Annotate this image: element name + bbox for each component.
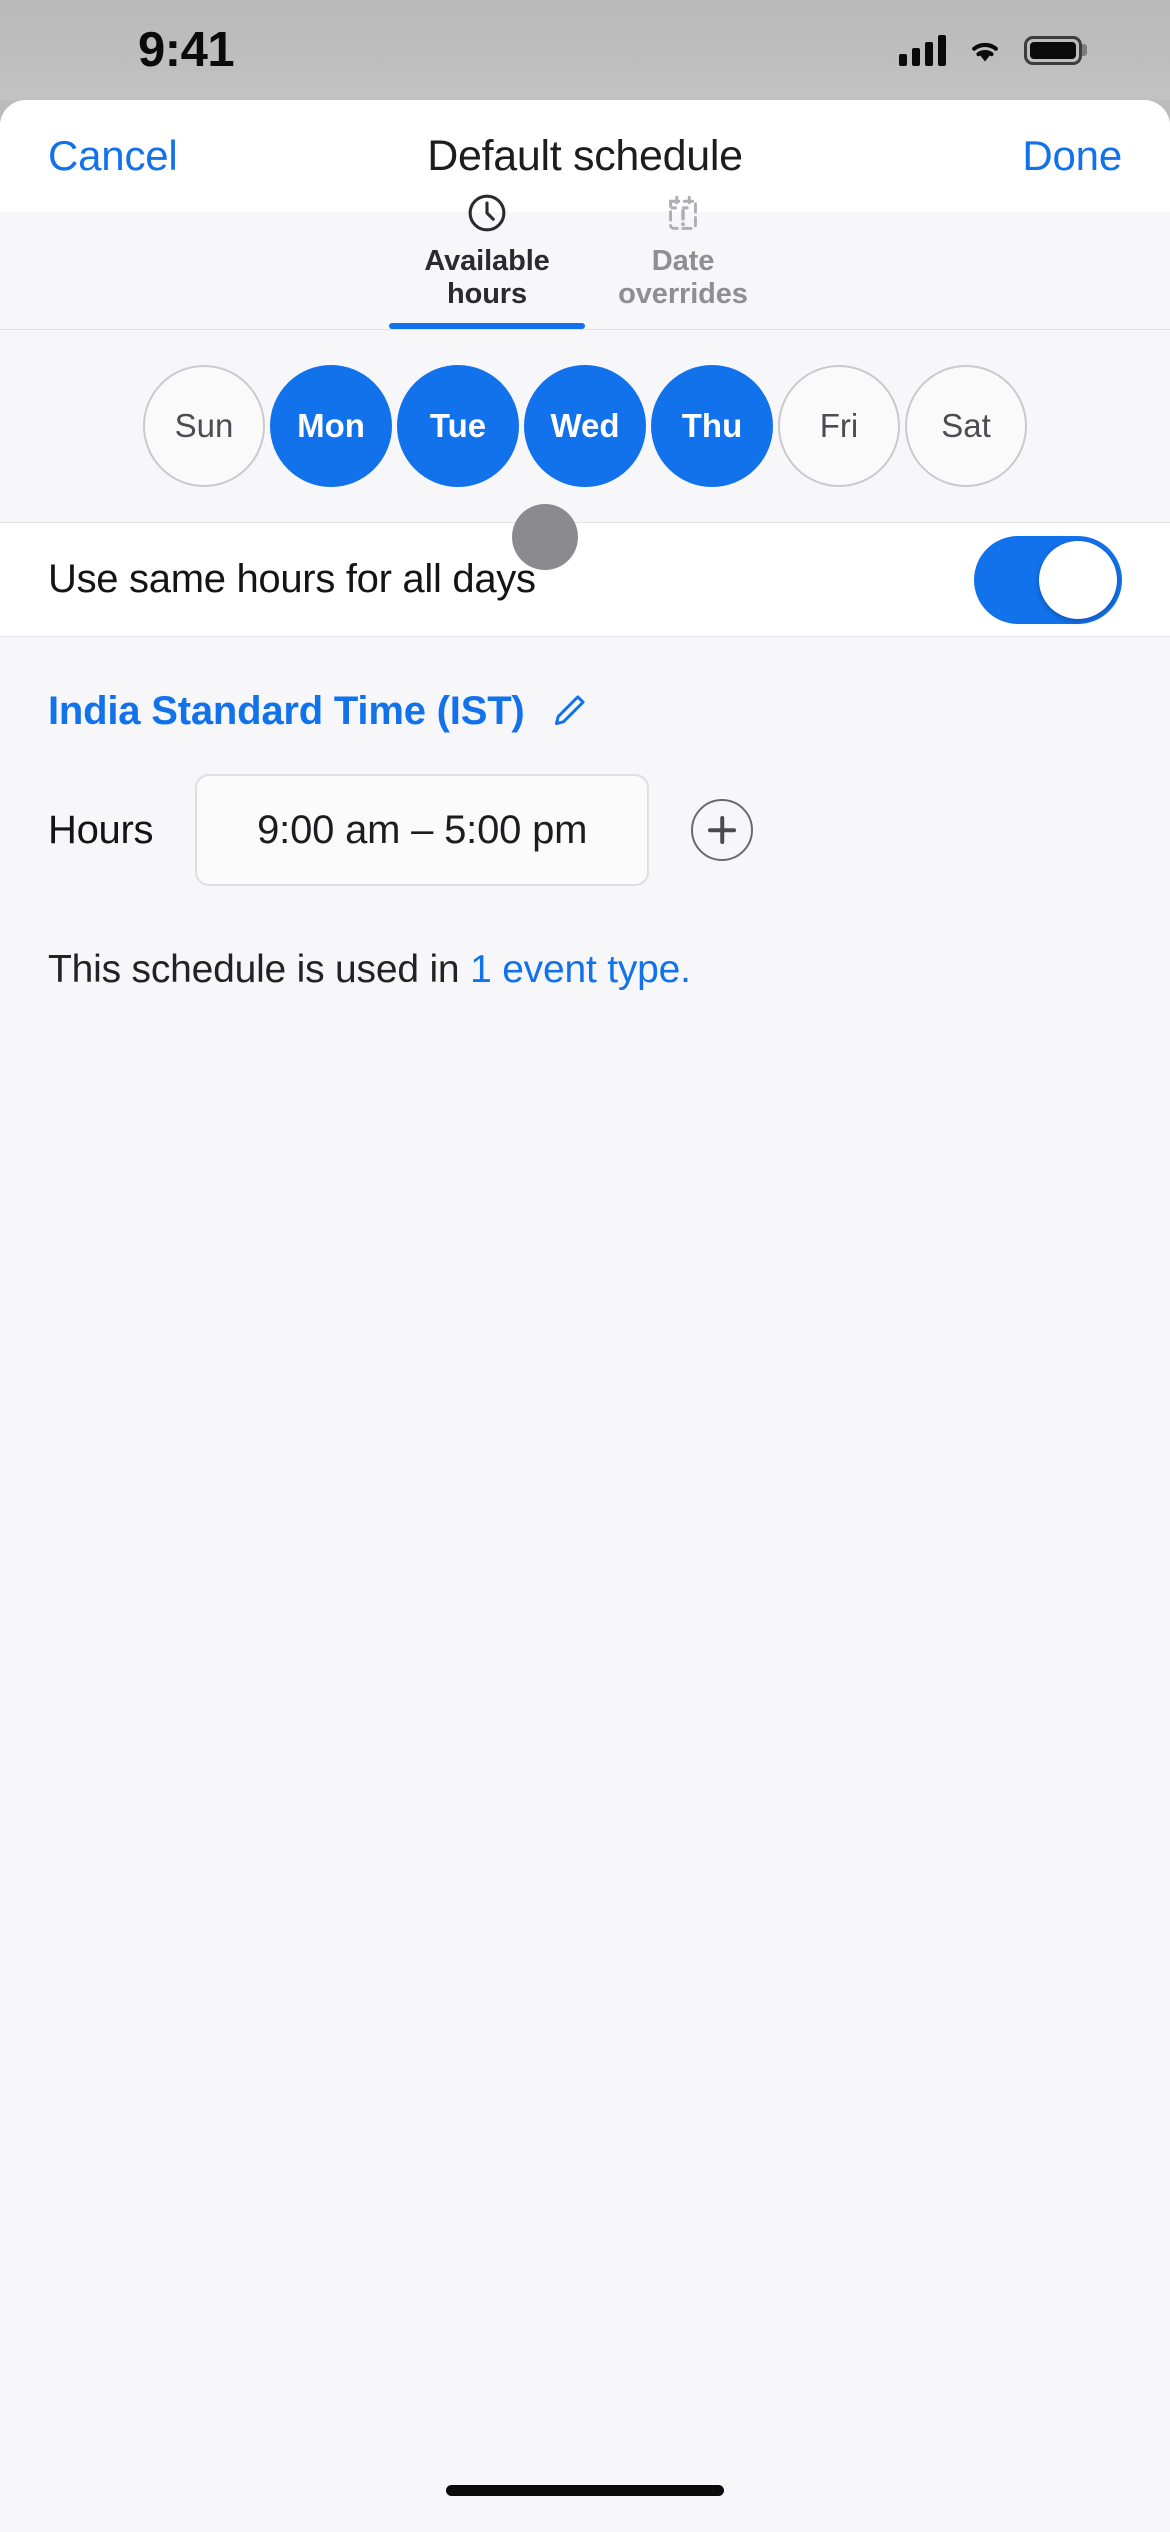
hours-range-field[interactable]: 9:00 am – 5:00 pm xyxy=(195,774,650,886)
cellular-bars-icon xyxy=(899,34,946,66)
pencil-edit-icon[interactable] xyxy=(547,691,589,733)
hours-label: Hours xyxy=(48,807,154,852)
modal-navbar: Cancel Default schedule Done xyxy=(0,100,1170,212)
day-toggle-wed[interactable]: Wed xyxy=(524,365,646,487)
same-hours-row: Use same hours for all days xyxy=(0,523,1170,637)
done-button[interactable]: Done xyxy=(1022,132,1122,180)
status-bar-time: 9:41 xyxy=(138,23,235,77)
event-type-link[interactable]: 1 event type. xyxy=(470,948,691,991)
cancel-button[interactable]: Cancel xyxy=(48,132,178,180)
timezone-row: India Standard Time (IST) xyxy=(0,637,1170,734)
day-toggle-mon[interactable]: Mon xyxy=(270,365,392,487)
tab-date-overrides-label: Date overrides xyxy=(618,245,748,310)
status-bar: 9:41 xyxy=(0,0,1170,100)
day-selector: Sun Mon Tue Wed Thu Fri Sat xyxy=(0,330,1170,523)
hours-row: Hours 9:00 am – 5:00 pm xyxy=(0,734,1170,886)
day-toggle-sat[interactable]: Sat xyxy=(905,365,1027,487)
day-toggle-thu[interactable]: Thu xyxy=(651,365,773,487)
active-tab-underline xyxy=(389,323,585,329)
clock-icon xyxy=(465,191,509,235)
wifi-icon xyxy=(972,42,998,62)
calendar-alert-icon xyxy=(661,191,705,235)
status-bar-indicators xyxy=(899,34,1082,66)
schedule-usage-note: This schedule is used in 1 event type. xyxy=(0,886,1170,992)
day-toggle-fri[interactable]: Fri xyxy=(778,365,900,487)
battery-full-icon xyxy=(1024,35,1082,65)
tab-bar: Available hours Date overrides xyxy=(0,194,1170,330)
day-toggle-sun[interactable]: Sun xyxy=(143,365,265,487)
home-indicator xyxy=(446,2485,724,2496)
tab-date-overrides[interactable]: Date overrides xyxy=(585,195,781,329)
switch-knob xyxy=(1039,540,1117,619)
plus-circle-icon[interactable] xyxy=(691,799,754,861)
same-hours-label: Use same hours for all days xyxy=(48,557,536,601)
usage-note-prefix: This schedule is used in xyxy=(48,948,471,991)
tab-available-hours-label: Available hours xyxy=(424,245,550,310)
day-toggle-tue[interactable]: Tue xyxy=(397,365,519,487)
timezone-label[interactable]: India Standard Time (IST) xyxy=(48,689,525,734)
tab-available-hours[interactable]: Available hours xyxy=(389,194,585,329)
same-hours-switch[interactable] xyxy=(974,535,1122,624)
schedule-modal-sheet: Cancel Default schedule Done Available h… xyxy=(0,100,1170,2532)
